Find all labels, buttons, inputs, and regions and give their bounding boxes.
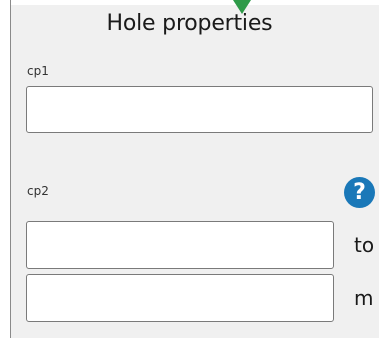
help-icon[interactable]: ?: [344, 177, 375, 208]
cp1-label: cp1: [27, 64, 49, 78]
cp2-input-a[interactable]: [26, 221, 334, 269]
side-label-m: m: [354, 286, 374, 310]
window: Hole properties cp1 cp2 ? to m: [0, 0, 379, 338]
panel-top-strip: [11, 0, 379, 5]
cp2-input-b[interactable]: [26, 274, 334, 322]
side-label-to: to: [354, 233, 375, 257]
cp1-input[interactable]: [26, 86, 373, 133]
panel-title: Hole properties: [106, 11, 273, 36]
cp2-label: cp2: [27, 184, 49, 198]
